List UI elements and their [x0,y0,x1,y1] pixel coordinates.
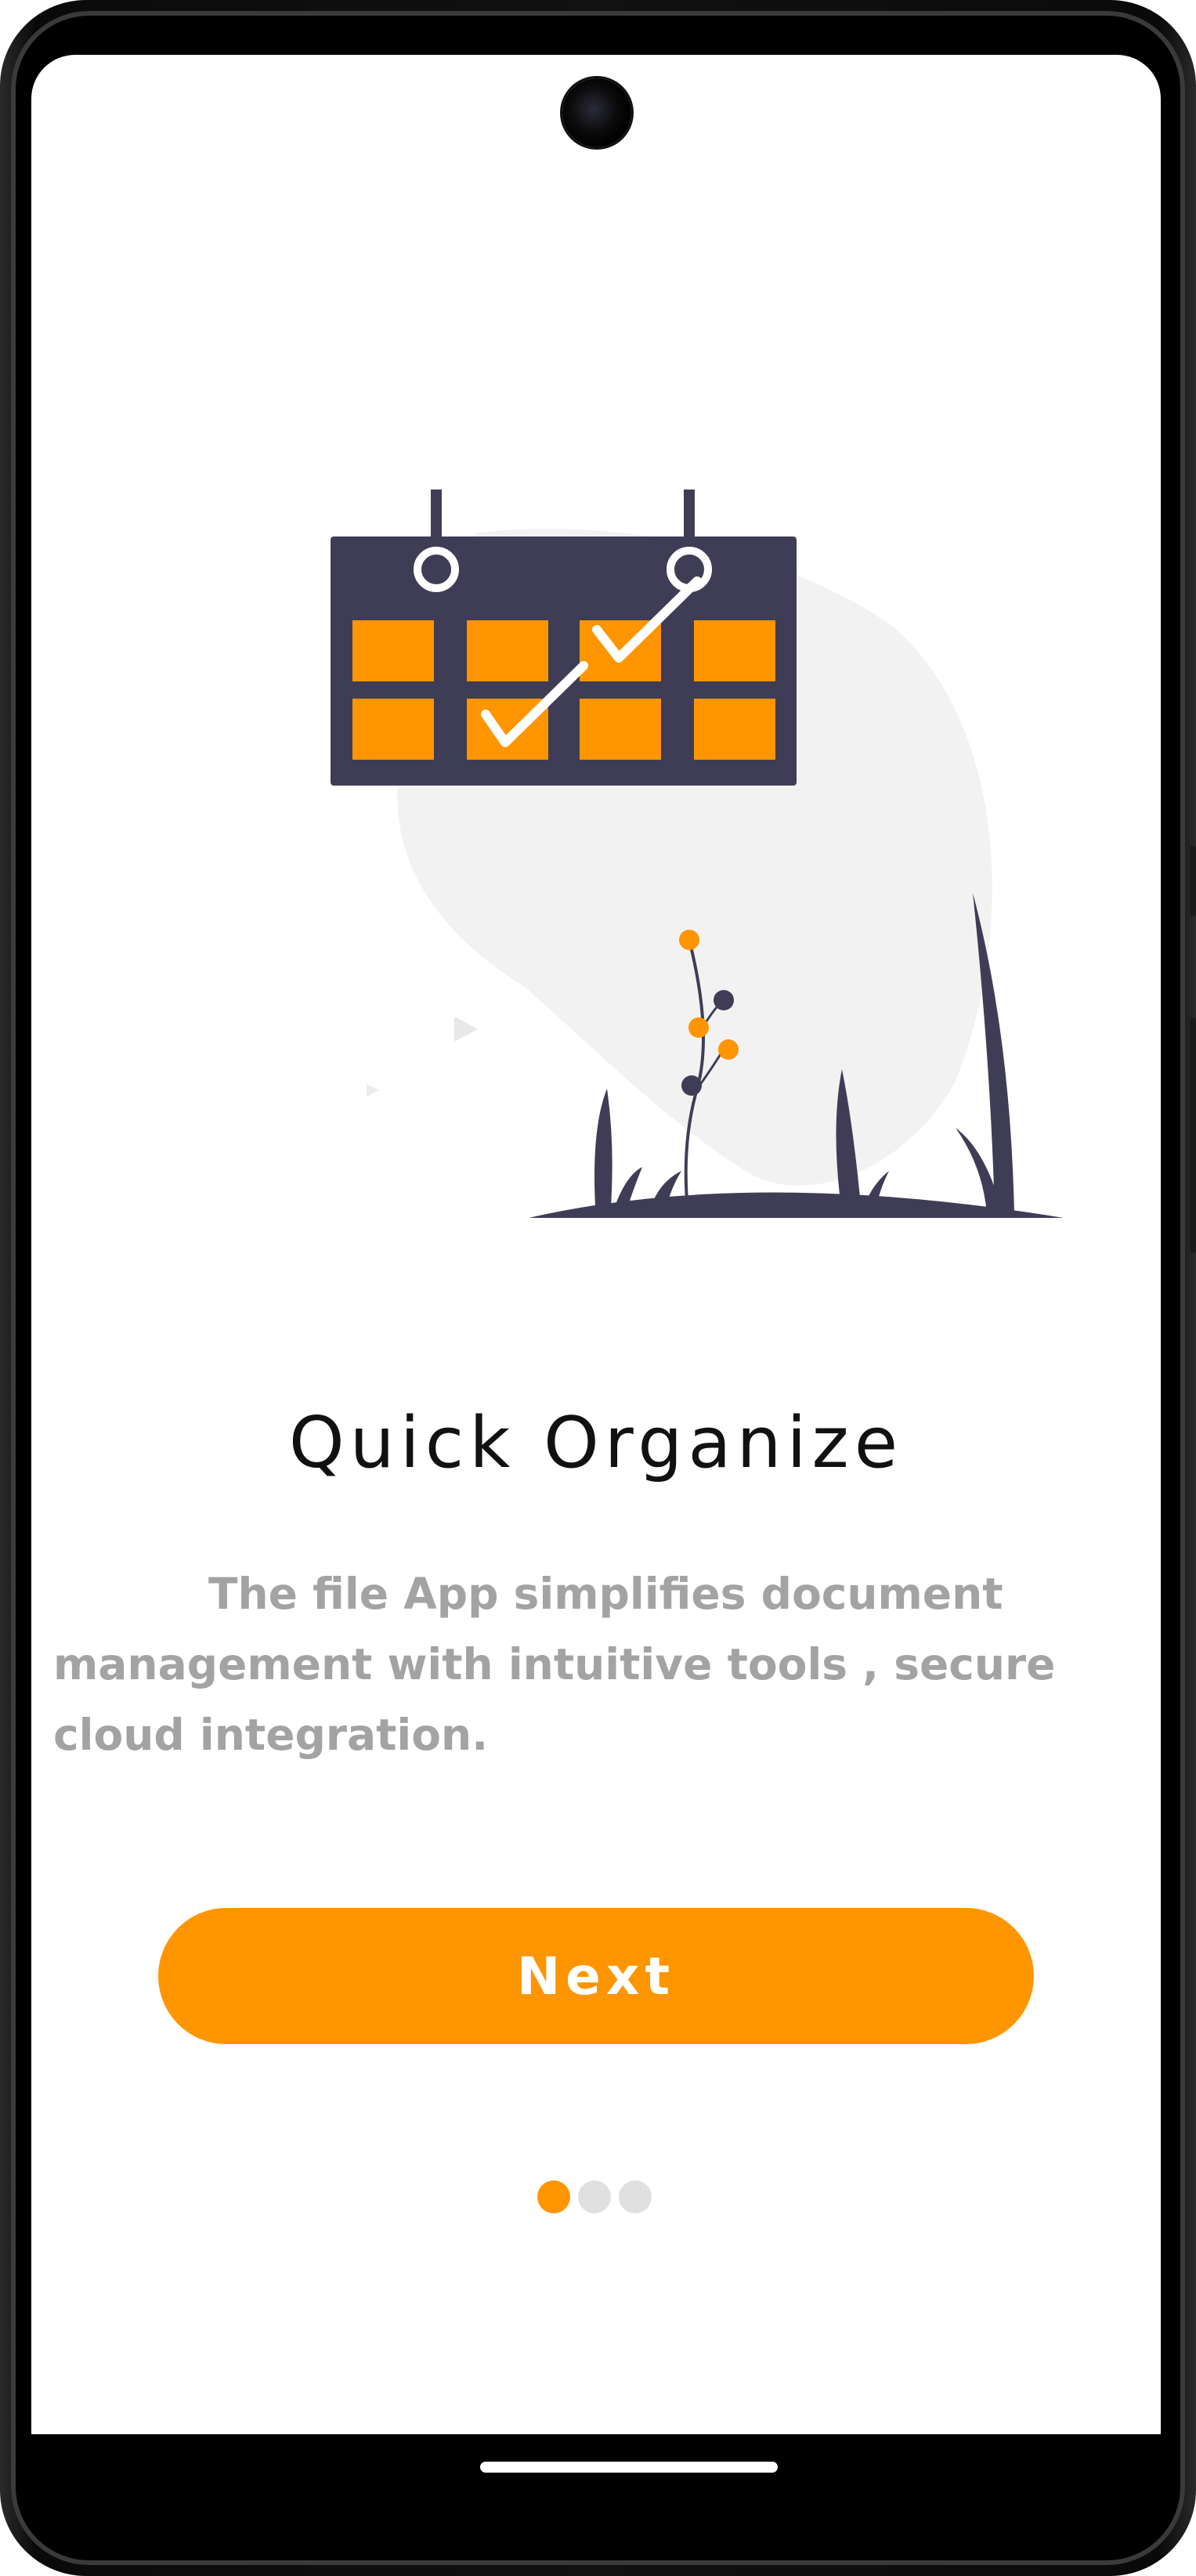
page-title: Quick Organize [288,1402,904,1484]
calendar-cell [352,620,434,681]
flower-bud [718,1039,739,1060]
calendar-checklist-illustration [331,490,1064,1218]
page-dot[interactable] [619,2180,652,2213]
calendar-cell [694,699,775,760]
side-button-upper [1190,846,1196,916]
system-navigation-bar [31,2434,1161,2506]
calendar-cell [352,699,434,760]
flower-bud [714,990,734,1010]
flower-bud [681,1075,702,1096]
grass-blade [594,1089,612,1206]
page-dot[interactable] [578,2180,611,2213]
next-button[interactable]: Next [158,1908,1034,2044]
calendar-cell [694,620,775,681]
front-camera-icon [562,78,631,147]
phone-frame: Quick Organize The file App simplifies d… [0,0,1196,2576]
page-indicator [537,2180,652,2213]
home-indicator[interactable] [480,2462,778,2473]
side-button-volume [1190,1018,1196,1253]
page-dot-active[interactable] [537,2180,570,2213]
decor-triangle [367,1084,379,1097]
page-description: The file App simplifies document managem… [53,1569,1056,1760]
calendar-cell [467,620,548,681]
flower-bud [679,930,699,950]
flower-bud [688,1017,709,1038]
decor-triangle [454,1017,478,1042]
app-screen [31,55,1161,2492]
calendar-cell [580,699,661,760]
